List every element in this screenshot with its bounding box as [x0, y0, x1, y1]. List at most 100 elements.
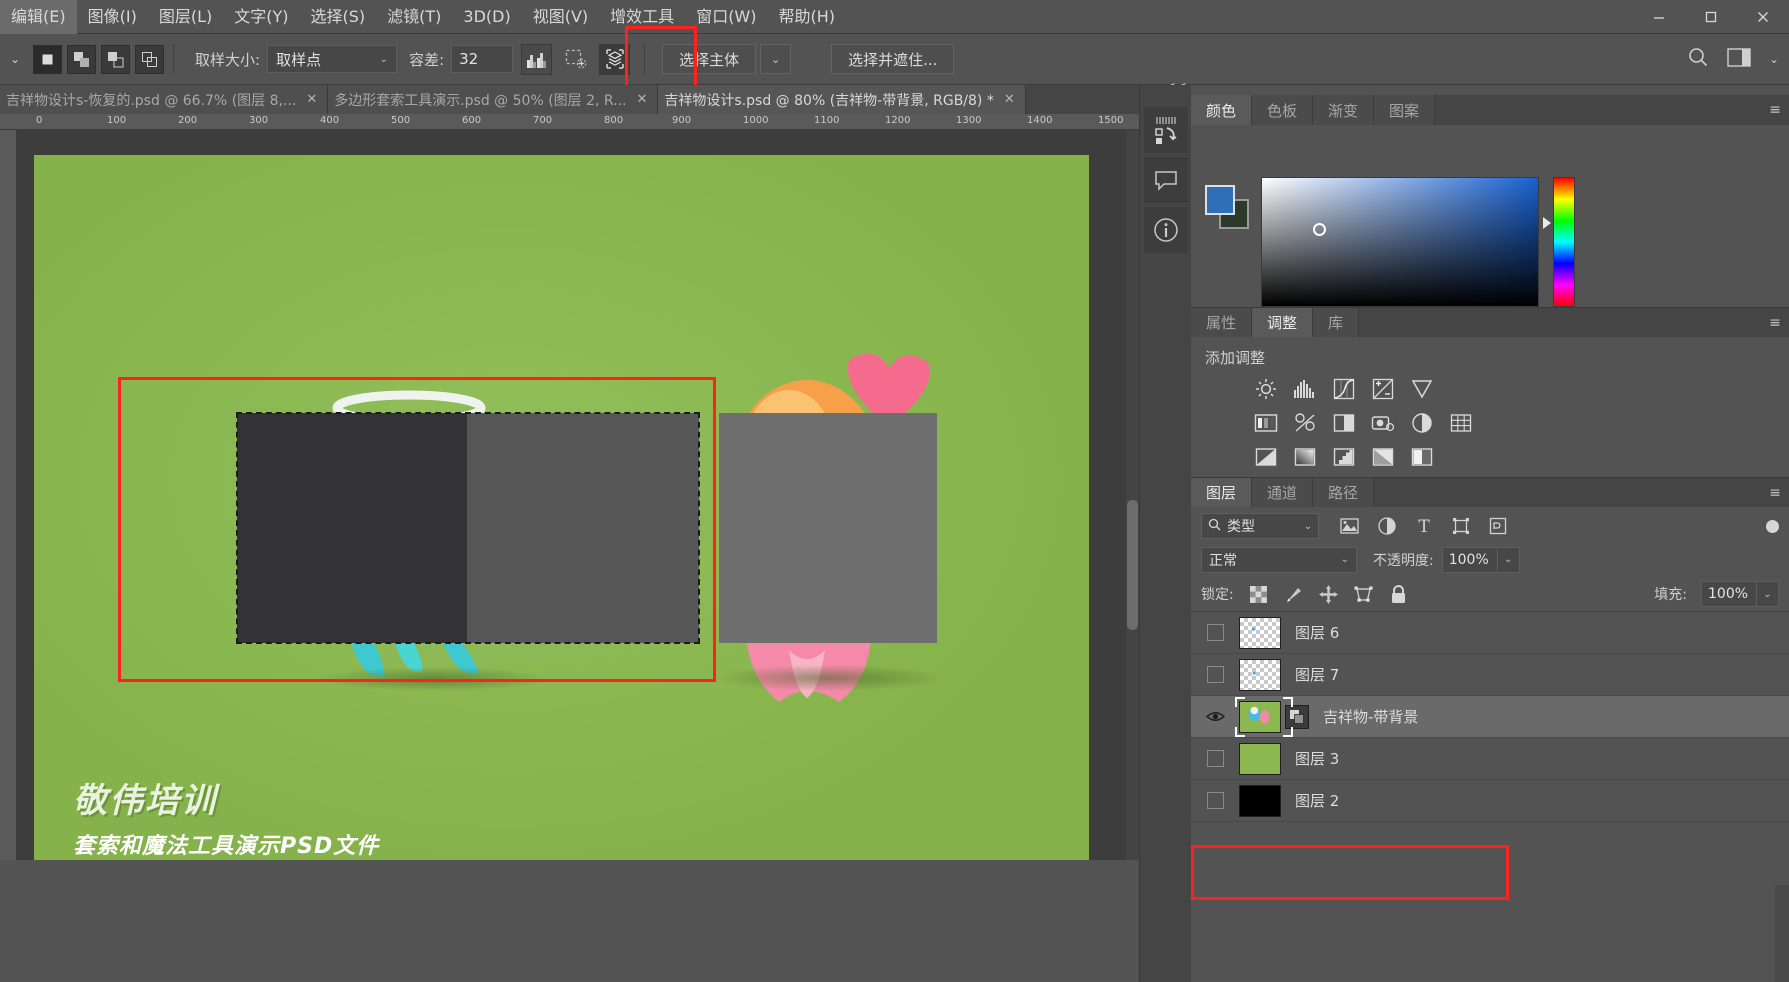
levels-icon[interactable] — [1292, 376, 1317, 401]
selective-color-icon[interactable] — [1409, 444, 1434, 469]
tab-properties[interactable]: 属性 — [1191, 308, 1253, 337]
opacity-chevron-icon[interactable]: ⌄ — [1497, 546, 1520, 573]
search-icon[interactable] — [1687, 46, 1709, 72]
photo-filter-icon[interactable] — [1370, 410, 1395, 435]
menu-item-window[interactable]: 窗口(W) — [685, 0, 767, 34]
color-balance-icon[interactable] — [1292, 410, 1317, 435]
foreground-color-swatch[interactable] — [1205, 185, 1235, 215]
color-lookup-icon[interactable] — [1448, 410, 1473, 435]
layer-link-icon[interactable] — [1285, 704, 1309, 729]
close-icon[interactable]: ✕ — [637, 92, 648, 107]
scrollbar-thumb[interactable] — [1127, 500, 1138, 630]
info-icon[interactable] — [1143, 207, 1188, 253]
hue-saturation-icon[interactable] — [1253, 410, 1278, 435]
tolerance-input[interactable]: 32 — [451, 45, 514, 73]
posterize-icon[interactable] — [1292, 444, 1317, 469]
menu-item-image[interactable]: 图像(I) — [77, 0, 148, 34]
menu-item-help[interactable]: 帮助(H) — [768, 0, 847, 34]
menu-item-type[interactable]: 文字(Y) — [223, 0, 299, 34]
minimize-icon[interactable] — [1633, 0, 1685, 34]
lock-transparent-pixels-icon[interactable] — [1248, 584, 1269, 605]
subtract-from-selection-button[interactable] — [101, 44, 130, 74]
layer-filter-toggle[interactable] — [1766, 519, 1779, 533]
sample-size-select[interactable]: 取样点 ⌄ — [267, 45, 398, 73]
menu-item-3d[interactable]: 3D(D) — [452, 0, 521, 34]
menu-item-select[interactable]: 选择(S) — [300, 0, 377, 34]
fill-input[interactable]: 100% — [1701, 581, 1757, 607]
layer-row[interactable]: 图层 3 — [1191, 738, 1789, 780]
filter-smart-object-icon[interactable] — [1487, 516, 1508, 537]
history-icon[interactable] — [1143, 107, 1188, 153]
exposure-icon[interactable] — [1370, 376, 1395, 401]
comments-icon[interactable] — [1143, 157, 1188, 203]
layer-thumbnail[interactable] — [1239, 658, 1281, 691]
sample-all-layers-icon[interactable] — [599, 43, 631, 75]
tab-paths[interactable]: 路径 — [1313, 478, 1375, 507]
layer-row[interactable]: 图层 2 — [1191, 780, 1789, 822]
new-selection-button[interactable] — [33, 44, 62, 74]
filter-type-icon[interactable]: T — [1413, 516, 1434, 537]
blend-mode-select[interactable]: 正常 ⌄ — [1201, 546, 1357, 573]
vibrance-icon[interactable] — [1409, 376, 1434, 401]
select-and-mask-button[interactable]: 选择并遮住... — [831, 44, 955, 74]
tab-color[interactable]: 颜色 — [1191, 95, 1253, 125]
layer-thumbnail[interactable] — [1239, 700, 1281, 733]
document-tab-1[interactable]: 吉祥物设计s-恢复的.psd @ 66.7% (图层 8,... ✕ — [0, 85, 329, 114]
menu-item-filter[interactable]: 滤镜(T) — [376, 0, 452, 34]
opacity-input[interactable]: 100% — [1441, 546, 1498, 573]
tab-gradients[interactable]: 渐变 — [1313, 95, 1375, 125]
lock-image-pixels-icon[interactable] — [1283, 584, 1304, 605]
tab-swatches[interactable]: 色板 — [1252, 95, 1314, 125]
tab-patterns[interactable]: 图案 — [1374, 95, 1436, 125]
histogram-icon[interactable] — [521, 43, 553, 75]
fill-chevron-icon[interactable]: ⌄ — [1757, 581, 1779, 607]
black-white-icon[interactable] — [1331, 410, 1356, 435]
canvas-vertical-scrollbar[interactable] — [1126, 130, 1139, 860]
artboard[interactable]: 敬伟培训 套索和魔法工具演示PSD文件 敬伟吉祥物设计-制作软件:AI — [34, 155, 1089, 860]
threshold-icon[interactable] — [1331, 444, 1356, 469]
gradient-map-icon[interactable] — [1370, 444, 1395, 469]
channel-mixer-icon[interactable] — [1409, 410, 1434, 435]
brightness-contrast-icon[interactable] — [1253, 376, 1278, 401]
tab-layers[interactable]: 图层 — [1191, 478, 1253, 507]
overflow-chevron-icon[interactable]: ⌄ — [1769, 52, 1779, 66]
layer-thumbnail[interactable] — [1239, 742, 1281, 775]
close-icon[interactable] — [1737, 0, 1789, 34]
color-picker-cursor[interactable] — [1313, 223, 1326, 236]
lock-all-icon[interactable] — [1388, 584, 1409, 605]
layer-row[interactable]: 图层 7 — [1191, 654, 1789, 696]
workspace-icon[interactable] — [1727, 47, 1751, 71]
layer-row-selected[interactable]: 吉祥物-带背景 — [1191, 696, 1789, 738]
tab-adjustments[interactable]: 调整 — [1252, 308, 1314, 337]
lock-artboard-nesting-icon[interactable] — [1353, 584, 1374, 605]
layer-visibility-toggle[interactable] — [1197, 792, 1233, 809]
hue-slider[interactable] — [1553, 177, 1575, 307]
layer-visibility-toggle[interactable] — [1197, 750, 1233, 767]
layer-row[interactable]: 图层 6 — [1191, 612, 1789, 654]
panel-menu-icon[interactable]: ≡ — [1761, 95, 1789, 125]
select-subject-button[interactable]: 选择主体 — [662, 44, 757, 74]
filter-shape-icon[interactable] — [1450, 516, 1471, 537]
menu-item-plugins[interactable]: 增效工具 — [599, 0, 685, 34]
close-icon[interactable]: ✕ — [1004, 92, 1015, 107]
layer-filter-select[interactable]: 类型 ⌄ — [1201, 513, 1319, 539]
panel-menu-icon[interactable]: ≡ — [1761, 478, 1789, 507]
document-tab-2[interactable]: 多边形套索工具演示.psd @ 50% (图层 2, R... ✕ — [328, 85, 659, 114]
tool-preset-chevron-icon[interactable]: ⌄ — [4, 52, 26, 66]
layer-visibility-toggle[interactable] — [1197, 710, 1233, 723]
intersect-selection-button[interactable] — [135, 44, 164, 74]
close-icon[interactable]: ✕ — [306, 92, 317, 107]
invert-icon[interactable] — [1253, 444, 1278, 469]
filter-pixel-icon[interactable] — [1339, 516, 1360, 537]
color-picker-field[interactable] — [1261, 177, 1539, 307]
menu-item-view[interactable]: 视图(V) — [522, 0, 599, 34]
select-subject-chevron-icon[interactable]: ⌄ — [760, 44, 792, 74]
layer-visibility-toggle[interactable] — [1197, 666, 1233, 683]
maximize-icon[interactable] — [1685, 0, 1737, 34]
panel-menu-icon[interactable]: ≡ — [1761, 308, 1789, 337]
layer-thumbnail[interactable] — [1239, 616, 1281, 649]
lock-position-icon[interactable] — [1318, 584, 1339, 605]
tab-libraries[interactable]: 库 — [1313, 308, 1360, 337]
filter-adjustment-icon[interactable] — [1376, 516, 1397, 537]
refine-selection-icon[interactable] — [560, 44, 591, 75]
